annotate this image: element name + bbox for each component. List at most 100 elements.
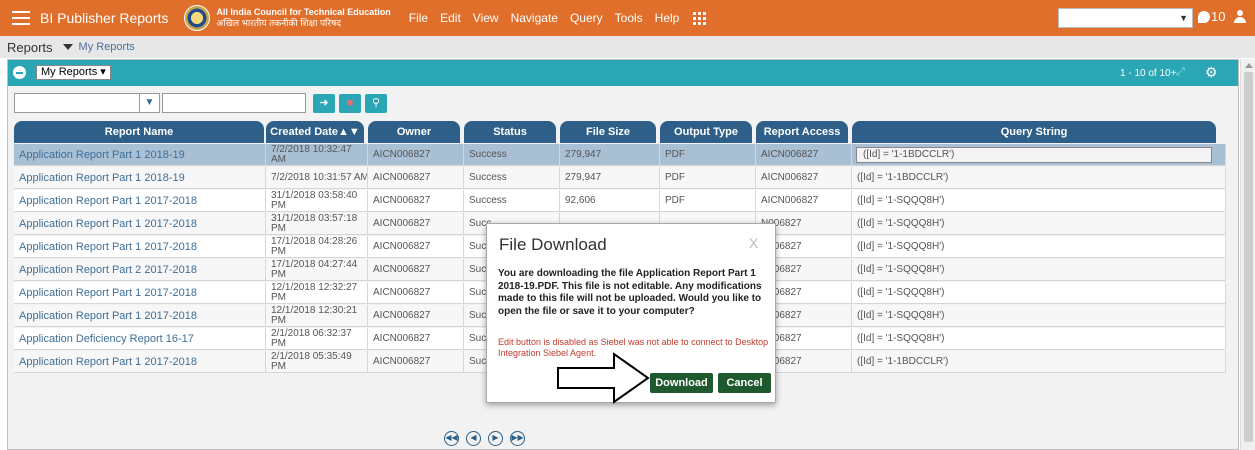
cell-date: 17/1/2018 04:28:26 PM [266, 236, 368, 258]
view-selector-label: My Reports [41, 66, 98, 78]
first-page-icon[interactable]: ◀◀ [444, 431, 459, 446]
cell-owner: AICN006827 [368, 144, 464, 166]
delete-icon[interactable]: ■ [339, 93, 361, 113]
cell-name[interactable]: Application Deficiency Report 16-17 [14, 328, 266, 350]
cell-query: ([Id] = '1-1BDCCLR') [852, 167, 1226, 189]
application-menu: File Edit View Navigate Query Tools Help [409, 11, 680, 25]
cell-owner: AICN006827 [368, 213, 464, 235]
cell-name[interactable]: Application Report Part 1 2018-19 [14, 167, 266, 189]
cell-access: AICN006827 [756, 167, 852, 189]
org-name: All India Council for Technical Educatio… [216, 7, 390, 29]
search-icon[interactable]: ⚲ [365, 93, 387, 113]
menu-query[interactable]: Query [570, 11, 603, 25]
column-owner[interactable]: Owner [368, 121, 460, 143]
scroll-up-icon[interactable] [1245, 63, 1253, 68]
next-page-icon[interactable]: ▶ [488, 431, 503, 446]
cell-name[interactable]: Application Report Part 1 2017-2018 [14, 236, 266, 258]
query-field-select[interactable]: ▼ [14, 93, 160, 113]
callout-arrow-icon [557, 352, 650, 404]
query-string-field[interactable]: ([Id] = '1-1BDCCLR') [856, 147, 1212, 163]
applet-header: My Reports ▾ 1 - 10 of 10+ ⤢ ⚙ [8, 60, 1238, 86]
download-button[interactable]: Download [650, 373, 713, 393]
table-row[interactable]: Application Report Part 1 2017-2018 31/1/… [14, 190, 1226, 212]
cell-name[interactable]: Application Report Part 2 2017-2018 [14, 259, 266, 281]
cell-type: PDF [660, 144, 756, 166]
previous-page-icon[interactable]: ◀ [466, 431, 481, 446]
vertical-scrollbar[interactable] [1240, 59, 1255, 450]
cell-date: 31/1/2018 03:58:40 PM [266, 190, 368, 212]
cell-owner: AICN006827 [368, 351, 464, 373]
top-bar: BI Publisher Reports All India Council f… [0, 0, 1255, 36]
cell-type: PDF [660, 190, 756, 212]
column-report-access[interactable]: Report Access [756, 121, 848, 143]
cell-name[interactable]: Application Report Part 1 2017-2018 [14, 305, 266, 327]
responsibility-select[interactable]: ▼ [1058, 8, 1193, 28]
cell-query: ([Id] = '1-1BDCCLR') [852, 144, 1226, 166]
cell-owner: AICN006827 [368, 282, 464, 304]
column-created-date[interactable]: Created Date▲▼ [266, 121, 364, 143]
cell-name[interactable]: Application Report Part 1 2017-2018 [14, 351, 266, 373]
breadcrumb-my-reports[interactable]: My Reports [79, 41, 135, 53]
close-icon[interactable]: X [749, 235, 758, 251]
app-grid-icon[interactable] [693, 11, 707, 25]
scrollbar-thumb[interactable] [1244, 72, 1253, 442]
cell-owner: AICN006827 [368, 259, 464, 281]
bi-publisher-reports-screen: BI Publisher Reports All India Council f… [0, 0, 1255, 450]
notification-bubble-icon [1198, 10, 1210, 23]
menu-view[interactable]: View [473, 11, 499, 25]
column-status[interactable]: Status [464, 121, 556, 143]
org-name-english: All India Council for Technical Educatio… [216, 7, 391, 17]
menu-navigate[interactable]: Navigate [511, 11, 558, 25]
user-icon[interactable] [1234, 10, 1246, 24]
chevron-down-icon: ▼ [1179, 13, 1188, 23]
cell-name[interactable]: Application Report Part 1 2017-2018 [14, 213, 266, 235]
cell-size: 92,606 [560, 190, 660, 212]
table-row[interactable]: Application Report Part 1 2018-19 7/2/201… [14, 144, 1226, 166]
chevron-down-icon: ▼ [139, 94, 159, 112]
cell-name[interactable]: Application Report Part 1 2018-19 [14, 144, 266, 166]
cell-query: ([Id] = '1-1BDCCLR') [852, 351, 1226, 373]
cell-status: Success [464, 144, 560, 166]
cell-query: ([Id] = '1-SQQQ8H') [852, 305, 1226, 327]
table-row[interactable]: Application Report Part 1 2018-19 7/2/201… [14, 167, 1226, 189]
dialog-title: File Download [499, 235, 607, 254]
collapse-icon[interactable] [13, 66, 26, 79]
go-icon[interactable]: ➜ [313, 93, 335, 113]
hamburger-menu-icon[interactable] [12, 11, 30, 25]
cell-owner: AICN006827 [368, 190, 464, 212]
cell-access: AICN006827 [756, 144, 852, 166]
cell-name[interactable]: Application Report Part 1 2017-2018 [14, 282, 266, 304]
menu-edit[interactable]: Edit [440, 11, 461, 25]
expand-icon[interactable]: ⤢ [1176, 67, 1187, 78]
cell-date: 7/2/2018 10:32:47 AM [266, 144, 368, 166]
cell-query: ([Id] = '1-SQQQ8H') [852, 282, 1226, 304]
menu-tools[interactable]: Tools [615, 11, 643, 25]
cell-date: 17/1/2018 04:27:44 PM [266, 259, 368, 281]
breadcrumb-dropdown-icon[interactable] [62, 44, 73, 50]
pagination: ◀◀ ◀ ▶ ▶▶ [444, 431, 525, 446]
cell-size: 279,947 [560, 144, 660, 166]
app-title[interactable]: BI Publisher Reports [40, 10, 168, 26]
menu-file[interactable]: File [409, 11, 428, 25]
dialog-message: You are downloading the file Application… [498, 268, 762, 317]
column-query-string[interactable]: Query String [852, 121, 1216, 143]
cell-type: PDF [660, 167, 756, 189]
column-file-size[interactable]: File Size [560, 121, 656, 143]
cell-date: 2/1/2018 05:35:49 PM [266, 351, 368, 373]
column-report-name[interactable]: Report Name [14, 121, 264, 143]
last-page-icon[interactable]: ▶▶ [510, 431, 525, 446]
query-input[interactable] [162, 93, 306, 113]
view-selector[interactable]: My Reports ▾ [36, 65, 111, 80]
gear-icon[interactable]: ⚙ [1205, 65, 1218, 79]
cancel-button[interactable]: Cancel [718, 373, 771, 393]
cell-date: 12/1/2018 12:30:21 PM [266, 305, 368, 327]
cell-date: 31/1/2018 03:57:18 PM [266, 213, 368, 235]
notifications-button[interactable]: 10 [1198, 9, 1225, 24]
breadcrumb-reports[interactable]: Reports [7, 40, 53, 55]
column-output-type[interactable]: Output Type [660, 121, 752, 143]
menu-help[interactable]: Help [655, 11, 680, 25]
cell-query: ([Id] = '1-SQQQ8H') [852, 190, 1226, 212]
cell-query: ([Id] = '1-SQQQ8H') [852, 236, 1226, 258]
cell-name[interactable]: Application Report Part 1 2017-2018 [14, 190, 266, 212]
cell-date: 2/1/2018 06:32:37 PM [266, 328, 368, 350]
